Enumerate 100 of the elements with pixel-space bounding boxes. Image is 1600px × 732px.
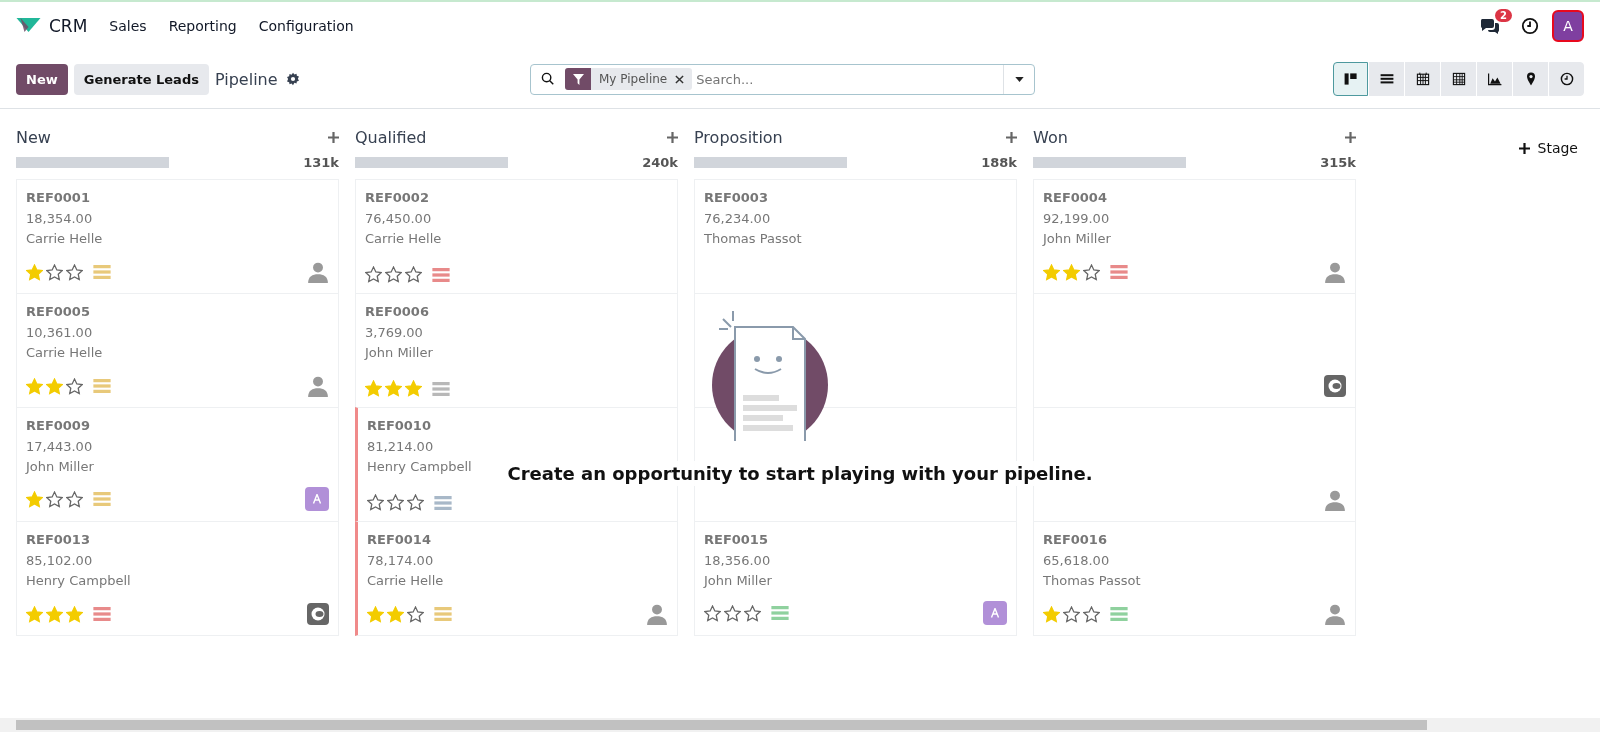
filled-star-icon[interactable] bbox=[387, 605, 404, 623]
empty-star-icon[interactable] bbox=[66, 377, 83, 395]
opportunity-card[interactable]: REF0004 92,199.00 John Miller bbox=[1033, 179, 1356, 294]
column-title: New bbox=[16, 127, 51, 147]
card-customer: Henry Campbell bbox=[26, 573, 131, 588]
card-amount: 76,450.00 bbox=[365, 211, 432, 226]
horizontal-scrollbar[interactable] bbox=[0, 718, 1600, 732]
opportunity-card[interactable]: REF0013 85,102.00 Henry Campbell bbox=[16, 521, 339, 636]
card-customer: Thomas Passot bbox=[704, 231, 802, 246]
opportunity-card[interactable]: REF0005 10,361.00 Carrie Helle bbox=[16, 293, 339, 408]
opportunity-card[interactable]: REF0002 76,450.00 Carrie Helle bbox=[355, 179, 678, 294]
letter-a-icon bbox=[312, 494, 322, 504]
filled-star-icon[interactable] bbox=[365, 380, 382, 397]
clock-icon[interactable] bbox=[1520, 17, 1540, 35]
priority-stars[interactable] bbox=[1043, 263, 1100, 281]
empty-star-icon[interactable] bbox=[405, 266, 422, 283]
search-field[interactable]: My Pipeline Search... bbox=[530, 63, 1035, 95]
empty-star-icon[interactable] bbox=[385, 266, 402, 283]
priority-stars[interactable] bbox=[26, 263, 83, 281]
empty-star-icon[interactable] bbox=[724, 604, 741, 622]
filled-star-icon[interactable] bbox=[26, 605, 43, 623]
menu-item[interactable]: Reporting bbox=[168, 18, 237, 34]
opportunity-card[interactable]: REF0015 18,356.00 John Miller bbox=[694, 521, 1017, 636]
empty-star-icon[interactable] bbox=[66, 490, 83, 508]
filled-star-icon[interactable] bbox=[385, 380, 402, 397]
empty-star-icon[interactable] bbox=[1083, 605, 1100, 623]
search-icon bbox=[541, 72, 555, 86]
filled-star-icon[interactable] bbox=[1063, 263, 1080, 281]
card-amount: 76,234.00 bbox=[704, 211, 771, 226]
card-amount: 18,356.00 bbox=[704, 553, 771, 568]
plus-icon[interactable] bbox=[328, 131, 339, 143]
card-amount: 17,443.00 bbox=[26, 439, 93, 454]
priority-stars[interactable] bbox=[26, 377, 83, 395]
filled-star-icon[interactable] bbox=[26, 490, 43, 508]
column-title: Proposition bbox=[694, 127, 783, 147]
empty-star-icon[interactable] bbox=[1083, 263, 1100, 281]
new-button[interactable]: New bbox=[16, 63, 68, 95]
card-customer: Carrie Helle bbox=[367, 573, 444, 588]
priority-stars[interactable] bbox=[704, 604, 761, 622]
filled-star-icon[interactable] bbox=[46, 377, 63, 395]
card-title: REF0005 bbox=[26, 304, 90, 319]
plus-icon[interactable] bbox=[1006, 131, 1017, 143]
filled-star-icon[interactable] bbox=[26, 377, 43, 395]
filter-icon bbox=[572, 73, 584, 85]
empty-star-icon[interactable] bbox=[407, 605, 424, 623]
caret-icon[interactable] bbox=[1014, 76, 1024, 82]
empty-star-icon[interactable] bbox=[744, 604, 761, 622]
person-silhouette-icon bbox=[307, 261, 329, 283]
opportunity-card[interactable]: REF0001 18,354.00 Carrie Helle bbox=[16, 179, 339, 294]
chat-icon[interactable] bbox=[1480, 17, 1500, 35]
priority-stars[interactable] bbox=[1043, 605, 1100, 623]
empty-star-icon[interactable] bbox=[1063, 605, 1080, 623]
priority-stars[interactable] bbox=[365, 266, 422, 283]
plus-icon[interactable] bbox=[667, 131, 678, 143]
filled-star-icon[interactable] bbox=[367, 605, 384, 623]
empty-star-icon[interactable] bbox=[365, 266, 382, 283]
filled-star-icon[interactable] bbox=[1043, 605, 1060, 623]
filled-star-icon[interactable] bbox=[405, 380, 422, 397]
priority-stars[interactable] bbox=[367, 494, 424, 511]
opportunity-card[interactable]: REF0014 78,174.00 Carrie Helle bbox=[355, 521, 678, 636]
plus-icon bbox=[1518, 142, 1530, 154]
card-customer: John Miller bbox=[704, 573, 772, 588]
opportunity-card[interactable]: REF0016 65,618.00 Thomas Passot bbox=[1033, 521, 1356, 636]
close-icon[interactable] bbox=[675, 74, 685, 84]
clock-icon bbox=[1558, 71, 1575, 87]
empty-star-icon[interactable] bbox=[46, 490, 63, 508]
card-title: REF0013 bbox=[26, 532, 90, 547]
empty-star-icon[interactable] bbox=[66, 263, 83, 281]
card-title: REF0006 bbox=[365, 304, 429, 319]
filled-star-icon[interactable] bbox=[26, 263, 43, 281]
card-customer: Thomas Passot bbox=[1043, 573, 1141, 588]
plus-icon[interactable] bbox=[1345, 131, 1356, 143]
generate-leads-button[interactable]: Generate Leads bbox=[73, 63, 209, 95]
empty-star-icon[interactable] bbox=[704, 604, 721, 622]
calendar-icon bbox=[1414, 71, 1431, 87]
empty-star-icon[interactable] bbox=[387, 494, 404, 511]
gear-icon[interactable] bbox=[285, 72, 300, 86]
priority-stars[interactable] bbox=[26, 605, 83, 623]
filled-star-icon[interactable] bbox=[1043, 263, 1060, 281]
app-logo-icon[interactable] bbox=[16, 18, 41, 34]
card-title: REF0002 bbox=[365, 190, 429, 205]
app-name[interactable]: CRM bbox=[49, 16, 88, 36]
empty-star-icon[interactable] bbox=[367, 494, 384, 511]
filled-star-icon[interactable] bbox=[66, 605, 83, 623]
priority-stars[interactable] bbox=[26, 490, 83, 508]
menu-item[interactable]: Configuration bbox=[258, 18, 354, 34]
menu-item[interactable]: Sales bbox=[109, 18, 147, 34]
empty-star-icon[interactable] bbox=[46, 263, 63, 281]
priority-stars[interactable] bbox=[365, 380, 422, 397]
filter-facet[interactable]: My Pipeline bbox=[565, 68, 693, 90]
priority-stars[interactable] bbox=[367, 605, 424, 623]
filled-star-icon[interactable] bbox=[46, 605, 63, 623]
add-stage-button[interactable]: Stage bbox=[1512, 133, 1584, 163]
empty-star-icon[interactable] bbox=[407, 494, 424, 511]
view-switch-button[interactable] bbox=[1333, 62, 1368, 96]
opportunity-card[interactable]: REF0003 76,234.00 Thomas Passot bbox=[694, 179, 1017, 294]
opportunity-card[interactable]: REF0006 3,769.00 John Miller bbox=[355, 293, 678, 408]
user-avatar[interactable]: A bbox=[1552, 10, 1584, 42]
card-customer: Carrie Helle bbox=[26, 231, 103, 246]
opportunity-card[interactable]: REF0009 17,443.00 John Miller bbox=[16, 407, 339, 522]
